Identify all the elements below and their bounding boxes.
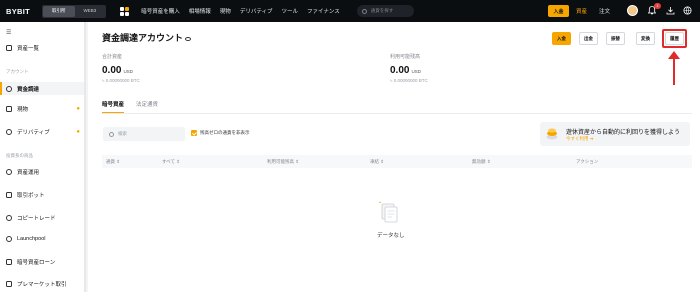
- promo-title: 遊休資産から自動的に利回りを獲得しよう: [566, 130, 681, 136]
- sidebar-item-earn[interactable]: 資産運用: [6, 168, 80, 176]
- nav-derivatives[interactable]: デリバティブ: [240, 7, 273, 15]
- mode-exchange-tab[interactable]: 取引所: [43, 5, 75, 17]
- total-assets-value: 0.00 USD: [102, 65, 133, 76]
- funding-icon: [6, 85, 12, 92]
- deposit-button[interactable]: 入金: [552, 32, 571, 45]
- mode-switch: 取引所 WEB3: [42, 4, 107, 18]
- sidebar-category-products: 投資系の商品: [6, 153, 33, 158]
- spot-icon: [6, 106, 12, 112]
- assets-table-header: 通貨 ⇕ すべて ⇕ 利用可能残高 ⇕ 凍結 ⇕ 無効額 ⇕ アクション: [102, 155, 692, 168]
- nav-tools[interactable]: ツール: [281, 7, 298, 15]
- launchpool-icon: [6, 236, 12, 242]
- bybit-logo[interactable]: BYBIT: [6, 7, 36, 16]
- tab-divider: [102, 113, 692, 114]
- promo-link[interactable]: 今すぐ利用 ➜: [566, 136, 594, 142]
- sidebar-scrollbar[interactable]: [84, 22, 86, 292]
- column-header-available[interactable]: 利用可能残高 ⇕: [267, 159, 299, 165]
- page-title: 資金調達アカウント: [102, 31, 192, 44]
- wallet-icon: [6, 45, 12, 51]
- search-icon: [361, 8, 367, 14]
- main-content: 資金調達アカウント 入金 出金 振替 変換 履歴 合計資産 0.00 USD ≈ …: [88, 22, 700, 292]
- available-balance-label: 利用可能残高: [390, 54, 421, 60]
- header-orders-menu[interactable]: 注文: [599, 7, 610, 15]
- sidebar-item-spot[interactable]: 現物 ●: [6, 105, 80, 113]
- globe-icon[interactable]: [683, 6, 692, 15]
- global-search-input[interactable]: 通貨を探す: [356, 5, 414, 17]
- available-balance-value: 0.00 USD: [390, 65, 421, 76]
- bot-icon: [6, 192, 12, 198]
- sidebar-item-launchpool[interactable]: Launchpool: [6, 236, 80, 242]
- sidebar: ☰ 資産一覧 アカウント 資金調達 現物 ● デリバティブ ● 投資系の商品 資産運…: [0, 22, 86, 292]
- sidebar-item-copytrade[interactable]: コピートレード: [6, 214, 80, 222]
- hide-zero-balance-checkbox[interactable]: 残高ゼロの通貨を非表示: [191, 130, 250, 136]
- download-icon[interactable]: [666, 6, 675, 15]
- column-header-action: アクション: [576, 159, 599, 164]
- header-assets-menu[interactable]: 資産: [576, 7, 587, 15]
- red-arrow-annotation: [668, 51, 680, 85]
- apps-grid-icon[interactable]: [120, 6, 130, 16]
- sidebar-item-funding[interactable]: 資金調達: [0, 82, 86, 95]
- nav-markets[interactable]: 相場情報: [189, 7, 211, 15]
- mode-web3-tab[interactable]: WEB3: [75, 6, 106, 17]
- nav-finance[interactable]: ファイナンス: [307, 7, 340, 15]
- convert-button[interactable]: 変換: [636, 32, 655, 45]
- highlight-box: [662, 29, 687, 48]
- transfer-button[interactable]: 振替: [606, 32, 625, 45]
- checkbox-checked-icon: [191, 130, 197, 136]
- sidebar-category-account: アカウント: [6, 69, 29, 74]
- collapse-sidebar-icon[interactable]: ☰: [6, 29, 11, 36]
- empty-data-icon: [379, 201, 398, 223]
- sidebar-item-bot[interactable]: 取引ボット: [6, 191, 80, 199]
- promo-badge-icon: ●: [76, 106, 80, 112]
- nav-spot[interactable]: 現物: [220, 7, 231, 15]
- header-deposit-button[interactable]: 入金: [548, 5, 569, 17]
- search-placeholder: 通貨を探す: [370, 8, 394, 13]
- search-icon: [109, 131, 114, 137]
- coin-stack-icon: [546, 128, 558, 140]
- sidebar-item-overview[interactable]: 資産一覧: [6, 44, 80, 52]
- tab-crypto[interactable]: 暗号資産: [102, 100, 125, 114]
- asset-tabs: 暗号資産 法定通貨: [102, 100, 170, 114]
- promo-badge-icon: ●: [76, 129, 80, 135]
- sidebar-item-loan[interactable]: 暗号資産ローン: [6, 258, 80, 266]
- total-assets-label: 合計資産: [102, 54, 123, 60]
- coin-search-placeholder: 検索: [118, 131, 127, 136]
- empty-state-text: データなし: [377, 233, 405, 239]
- column-header-invalid[interactable]: 無効額 ⇕: [472, 159, 491, 165]
- column-header-coin[interactable]: 通貨 ⇕: [106, 159, 120, 165]
- nav-buy-crypto[interactable]: 暗号資産を購入: [141, 7, 180, 15]
- withdraw-button[interactable]: 出金: [579, 32, 598, 45]
- sidebar-item-premarket[interactable]: プレマーケット取引: [6, 280, 80, 288]
- copytrade-icon: [6, 215, 12, 221]
- total-assets-btc: ≈ 0.00000000 BTC: [102, 78, 140, 83]
- tab-fiat[interactable]: 法定通貨: [136, 100, 158, 114]
- eye-icon[interactable]: [185, 36, 192, 41]
- column-header-total[interactable]: すべて ⇕: [162, 159, 180, 165]
- premarket-icon: [6, 281, 12, 287]
- coin-search-input[interactable]: 検索: [103, 127, 185, 141]
- notification-badge: 1: [654, 3, 661, 9]
- top-navigation-bar: BYBIT 取引所 WEB3 暗号資産を購入 相場情報 現物 デリバティブ ツー…: [0, 0, 700, 22]
- earn-icon: [6, 169, 12, 175]
- avatar[interactable]: [627, 5, 638, 16]
- sidebar-item-derivatives[interactable]: デリバティブ ●: [6, 128, 80, 136]
- loan-icon: [6, 259, 12, 265]
- column-header-frozen[interactable]: 凍結 ⇕: [370, 159, 384, 165]
- main-nav: 暗号資産を購入 相場情報 現物 デリバティブ ツール ファイナンス: [141, 7, 349, 15]
- auto-earn-promo-banner[interactable]: 遊休資産から自動的に利回りを獲得しよう 今すぐ利用 ➜: [540, 122, 690, 146]
- available-balance-btc: ≈ 0.00000000 BTC: [390, 78, 428, 83]
- derivatives-icon: [6, 129, 12, 135]
